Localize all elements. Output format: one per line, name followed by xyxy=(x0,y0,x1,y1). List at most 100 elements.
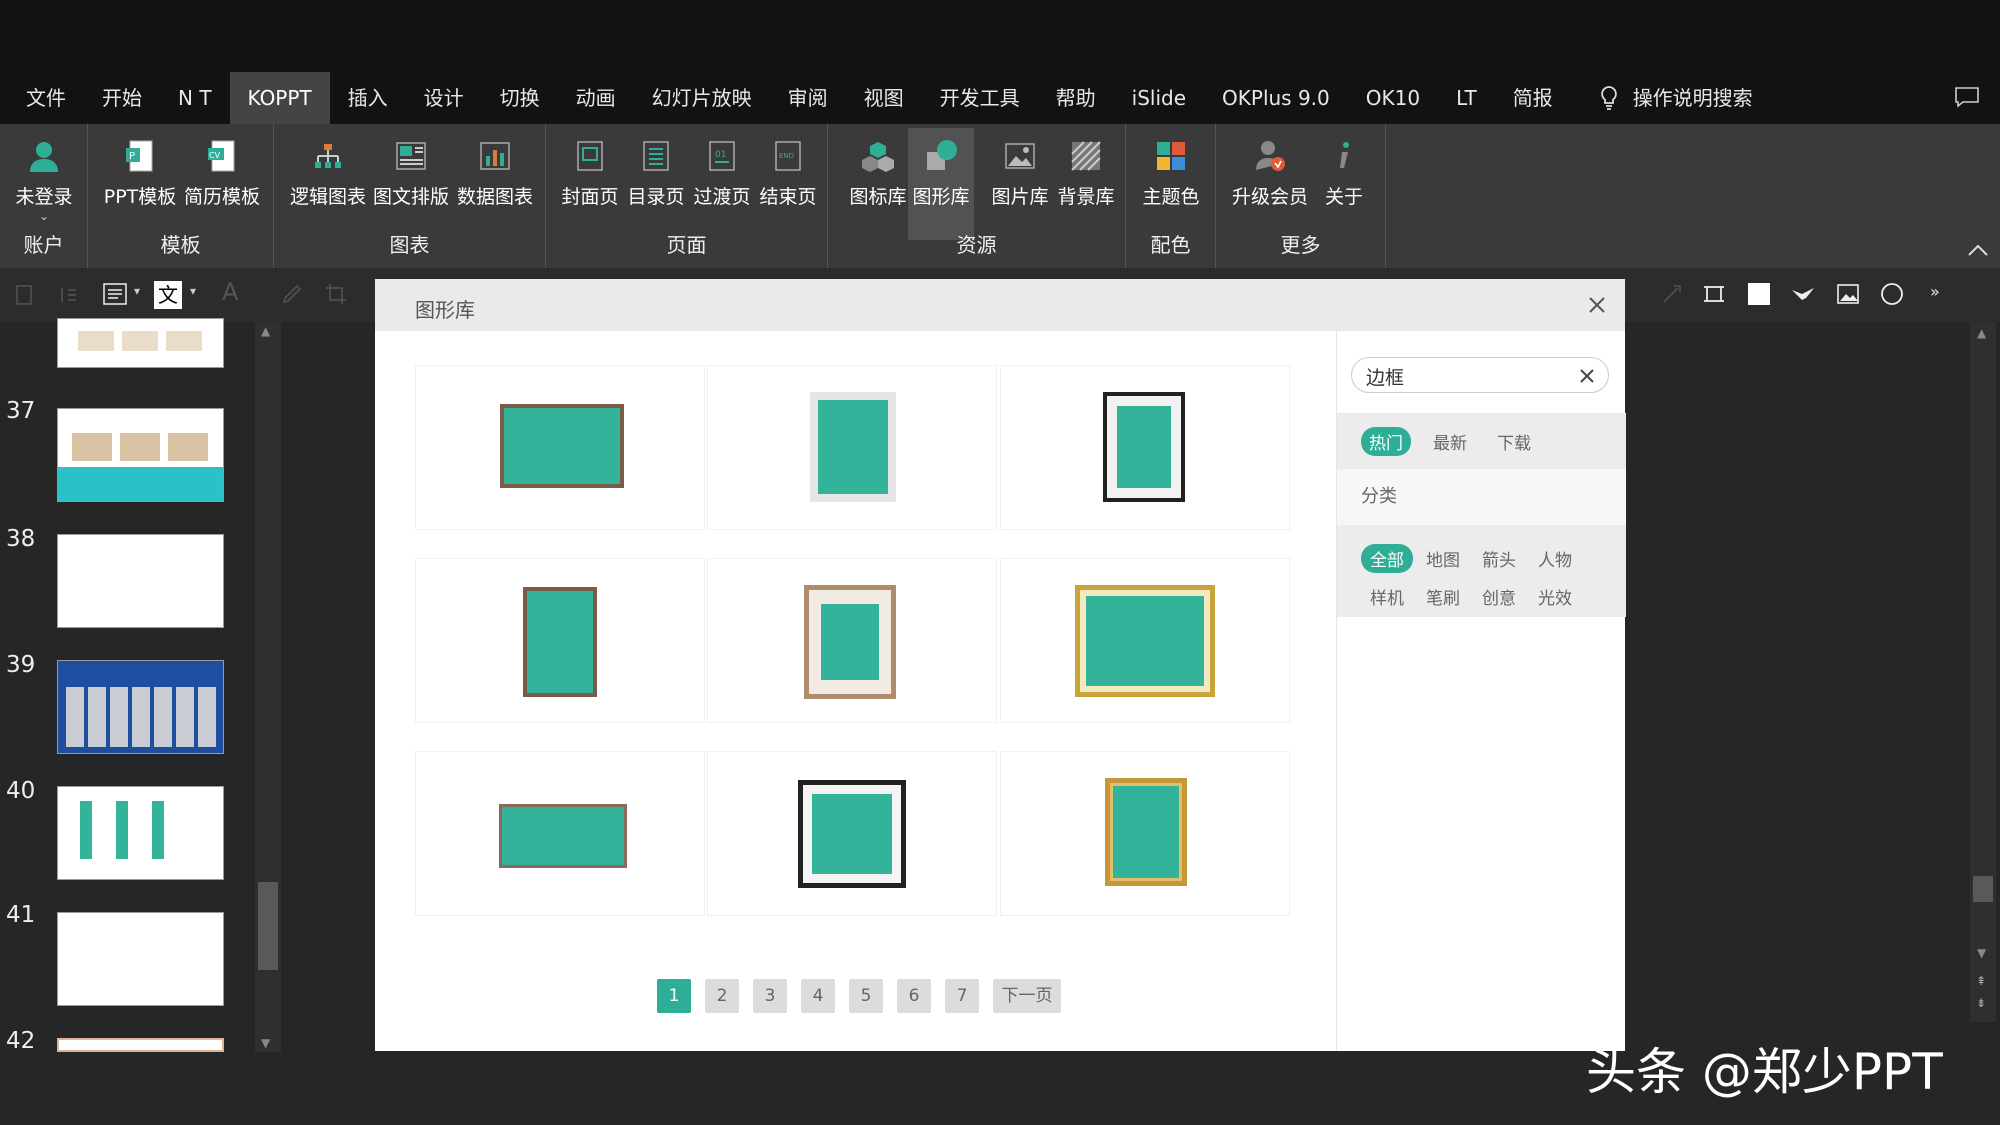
data-chart-button[interactable]: 数据图表 xyxy=(454,128,536,240)
tab-islide[interactable]: iSlide xyxy=(1114,72,1204,124)
comment-icon[interactable] xyxy=(1954,86,1980,108)
ppt-template-button[interactable]: P PPT模板 xyxy=(102,128,178,240)
scroll-up-icon[interactable]: ▲ xyxy=(1977,326,1986,340)
frame-item-oak-matte[interactable] xyxy=(707,558,997,723)
next-slide-icon[interactable]: ⇟ xyxy=(1976,996,1986,1010)
layout-button[interactable]: 图文排版 xyxy=(370,128,452,240)
category-light-effect[interactable]: 光效 xyxy=(1529,582,1581,611)
tab-view[interactable]: 视图 xyxy=(846,72,922,124)
end-page-button[interactable]: END 结束页 xyxy=(756,128,820,240)
category-creative[interactable]: 创意 xyxy=(1473,582,1525,611)
upgrade-button[interactable]: 升级会员 xyxy=(1228,128,1312,240)
chinese-text-icon[interactable]: 文 xyxy=(154,281,182,309)
tab-developer[interactable]: 开发工具 xyxy=(922,72,1038,124)
text-box-icon[interactable] xyxy=(102,282,128,306)
tab-nt[interactable]: N T xyxy=(160,72,230,124)
tab-ok10[interactable]: OK10 xyxy=(1348,72,1438,124)
scrollbar-thumb[interactable] xyxy=(258,882,278,970)
frame-item-thin-brown[interactable] xyxy=(415,751,705,916)
logic-chart-button[interactable]: 逻辑图表 xyxy=(288,128,368,240)
background-library-button[interactable]: 背景库 xyxy=(1054,128,1118,240)
image-library-button[interactable]: 图片库 xyxy=(988,128,1052,240)
rotate-icon[interactable] xyxy=(1660,282,1684,306)
tab-slideshow[interactable]: 幻灯片放映 xyxy=(634,72,770,124)
tab-koppt[interactable]: KOPPT xyxy=(229,72,330,124)
transition-page-button[interactable]: 01 过渡页 xyxy=(690,128,754,240)
frame-item-black-gallery[interactable] xyxy=(1000,365,1290,530)
frame-item-wood-portrait[interactable] xyxy=(415,558,705,723)
fill-icon[interactable] xyxy=(1748,283,1770,305)
frame-item-gold-landscape[interactable] xyxy=(1000,558,1290,723)
collapse-ribbon-icon[interactable] xyxy=(1966,240,1990,260)
tab-review[interactable]: 审阅 xyxy=(770,72,846,124)
tab-file[interactable]: 文件 xyxy=(8,72,84,124)
clear-search-icon[interactable] xyxy=(1578,367,1596,385)
frame-item-black-square[interactable] xyxy=(707,751,997,916)
scroll-up-icon[interactable]: ▲ xyxy=(261,324,270,338)
page-button-4[interactable]: 4 xyxy=(801,979,835,1013)
cover-page-button[interactable]: 封面页 xyxy=(558,128,622,240)
align-icon[interactable] xyxy=(58,284,80,306)
category-map[interactable]: 地图 xyxy=(1417,544,1469,573)
tab-lt[interactable]: LT xyxy=(1438,72,1495,124)
bird-icon[interactable] xyxy=(1790,282,1816,306)
chevron-down-icon[interactable]: ▾ xyxy=(134,284,140,298)
category-brush[interactable]: 笔刷 xyxy=(1417,582,1469,611)
fit-icon[interactable] xyxy=(1702,282,1726,306)
tab-home[interactable]: 开始 xyxy=(84,72,160,124)
tab-help[interactable]: 帮助 xyxy=(1038,72,1114,124)
picture-icon[interactable] xyxy=(1836,282,1860,306)
page-button-6[interactable]: 6 xyxy=(897,979,931,1013)
close-icon[interactable] xyxy=(1587,295,1607,315)
sort-downloads[interactable]: 下载 xyxy=(1489,427,1539,456)
scrollbar-thumb[interactable] xyxy=(1973,876,1993,902)
slide-thumbnail[interactable] xyxy=(57,912,224,1006)
slide-thumbnail[interactable] xyxy=(57,534,224,628)
page-button-1[interactable]: 1 xyxy=(657,979,691,1013)
slide-thumbnail[interactable] xyxy=(57,408,224,502)
scroll-down-icon[interactable]: ▼ xyxy=(1977,946,1986,960)
slide-thumbnail[interactable] xyxy=(57,318,224,368)
tab-design[interactable]: 设计 xyxy=(406,72,482,124)
category-mockup[interactable]: 样机 xyxy=(1361,582,1413,611)
frame-item-ornate-gold[interactable] xyxy=(1000,751,1290,916)
page-button-7[interactable]: 7 xyxy=(945,979,979,1013)
tab-insert[interactable]: 插入 xyxy=(330,72,406,124)
more-icon[interactable]: » xyxy=(1930,282,1940,301)
category-arrow[interactable]: 箭头 xyxy=(1473,544,1525,573)
tell-me-search[interactable]: 操作说明搜索 xyxy=(1571,72,1771,124)
page-button-2[interactable]: 2 xyxy=(705,979,739,1013)
pen-icon[interactable] xyxy=(280,282,304,306)
page-button-5[interactable]: 5 xyxy=(849,979,883,1013)
login-button[interactable]: 未登录 ⌄ xyxy=(4,128,84,240)
chevron-down-icon[interactable]: ▾ xyxy=(190,284,196,298)
editor-scrollbar[interactable]: ▲ ▼ ⇞ ⇟ xyxy=(1970,322,1996,1022)
tab-okplus[interactable]: OKPlus 9.0 xyxy=(1204,72,1348,124)
about-button[interactable]: 关于 xyxy=(1316,128,1372,240)
sort-newest[interactable]: 最新 xyxy=(1425,427,1475,456)
crop-icon[interactable] xyxy=(324,282,348,306)
shape-library-button[interactable]: 图形库 xyxy=(908,128,974,240)
page-button-3[interactable]: 3 xyxy=(753,979,787,1013)
frame-item-white-matte[interactable] xyxy=(707,365,997,530)
resume-template-button[interactable]: CV 简历模板 xyxy=(180,128,264,240)
sort-hot[interactable]: 热门 xyxy=(1361,426,1411,456)
category-people[interactable]: 人物 xyxy=(1529,544,1581,573)
category-all[interactable]: 全部 xyxy=(1361,543,1413,573)
next-page-button[interactable]: 下一页 xyxy=(993,979,1061,1013)
tab-animations[interactable]: 动画 xyxy=(558,72,634,124)
search-input[interactable] xyxy=(1366,364,1566,388)
scroll-down-icon[interactable]: ▼ xyxy=(261,1036,270,1050)
slide-thumbnail[interactable] xyxy=(57,660,224,754)
slide-thumbnail[interactable] xyxy=(57,1038,224,1052)
icon-library-button[interactable]: 图标库 xyxy=(846,128,910,240)
slide-thumbnail[interactable] xyxy=(57,786,224,880)
frame-item-wood-landscape[interactable] xyxy=(415,365,705,530)
toc-page-button[interactable]: 目录页 xyxy=(624,128,688,240)
font-icon[interactable]: A xyxy=(222,278,238,306)
previous-slide-icon[interactable]: ⇞ xyxy=(1976,974,1986,988)
print-icon[interactable] xyxy=(14,284,34,306)
tab-transitions[interactable]: 切换 xyxy=(482,72,558,124)
theme-color-button[interactable]: 主题色 xyxy=(1136,128,1206,240)
circle-shape-icon[interactable] xyxy=(1880,282,1904,306)
